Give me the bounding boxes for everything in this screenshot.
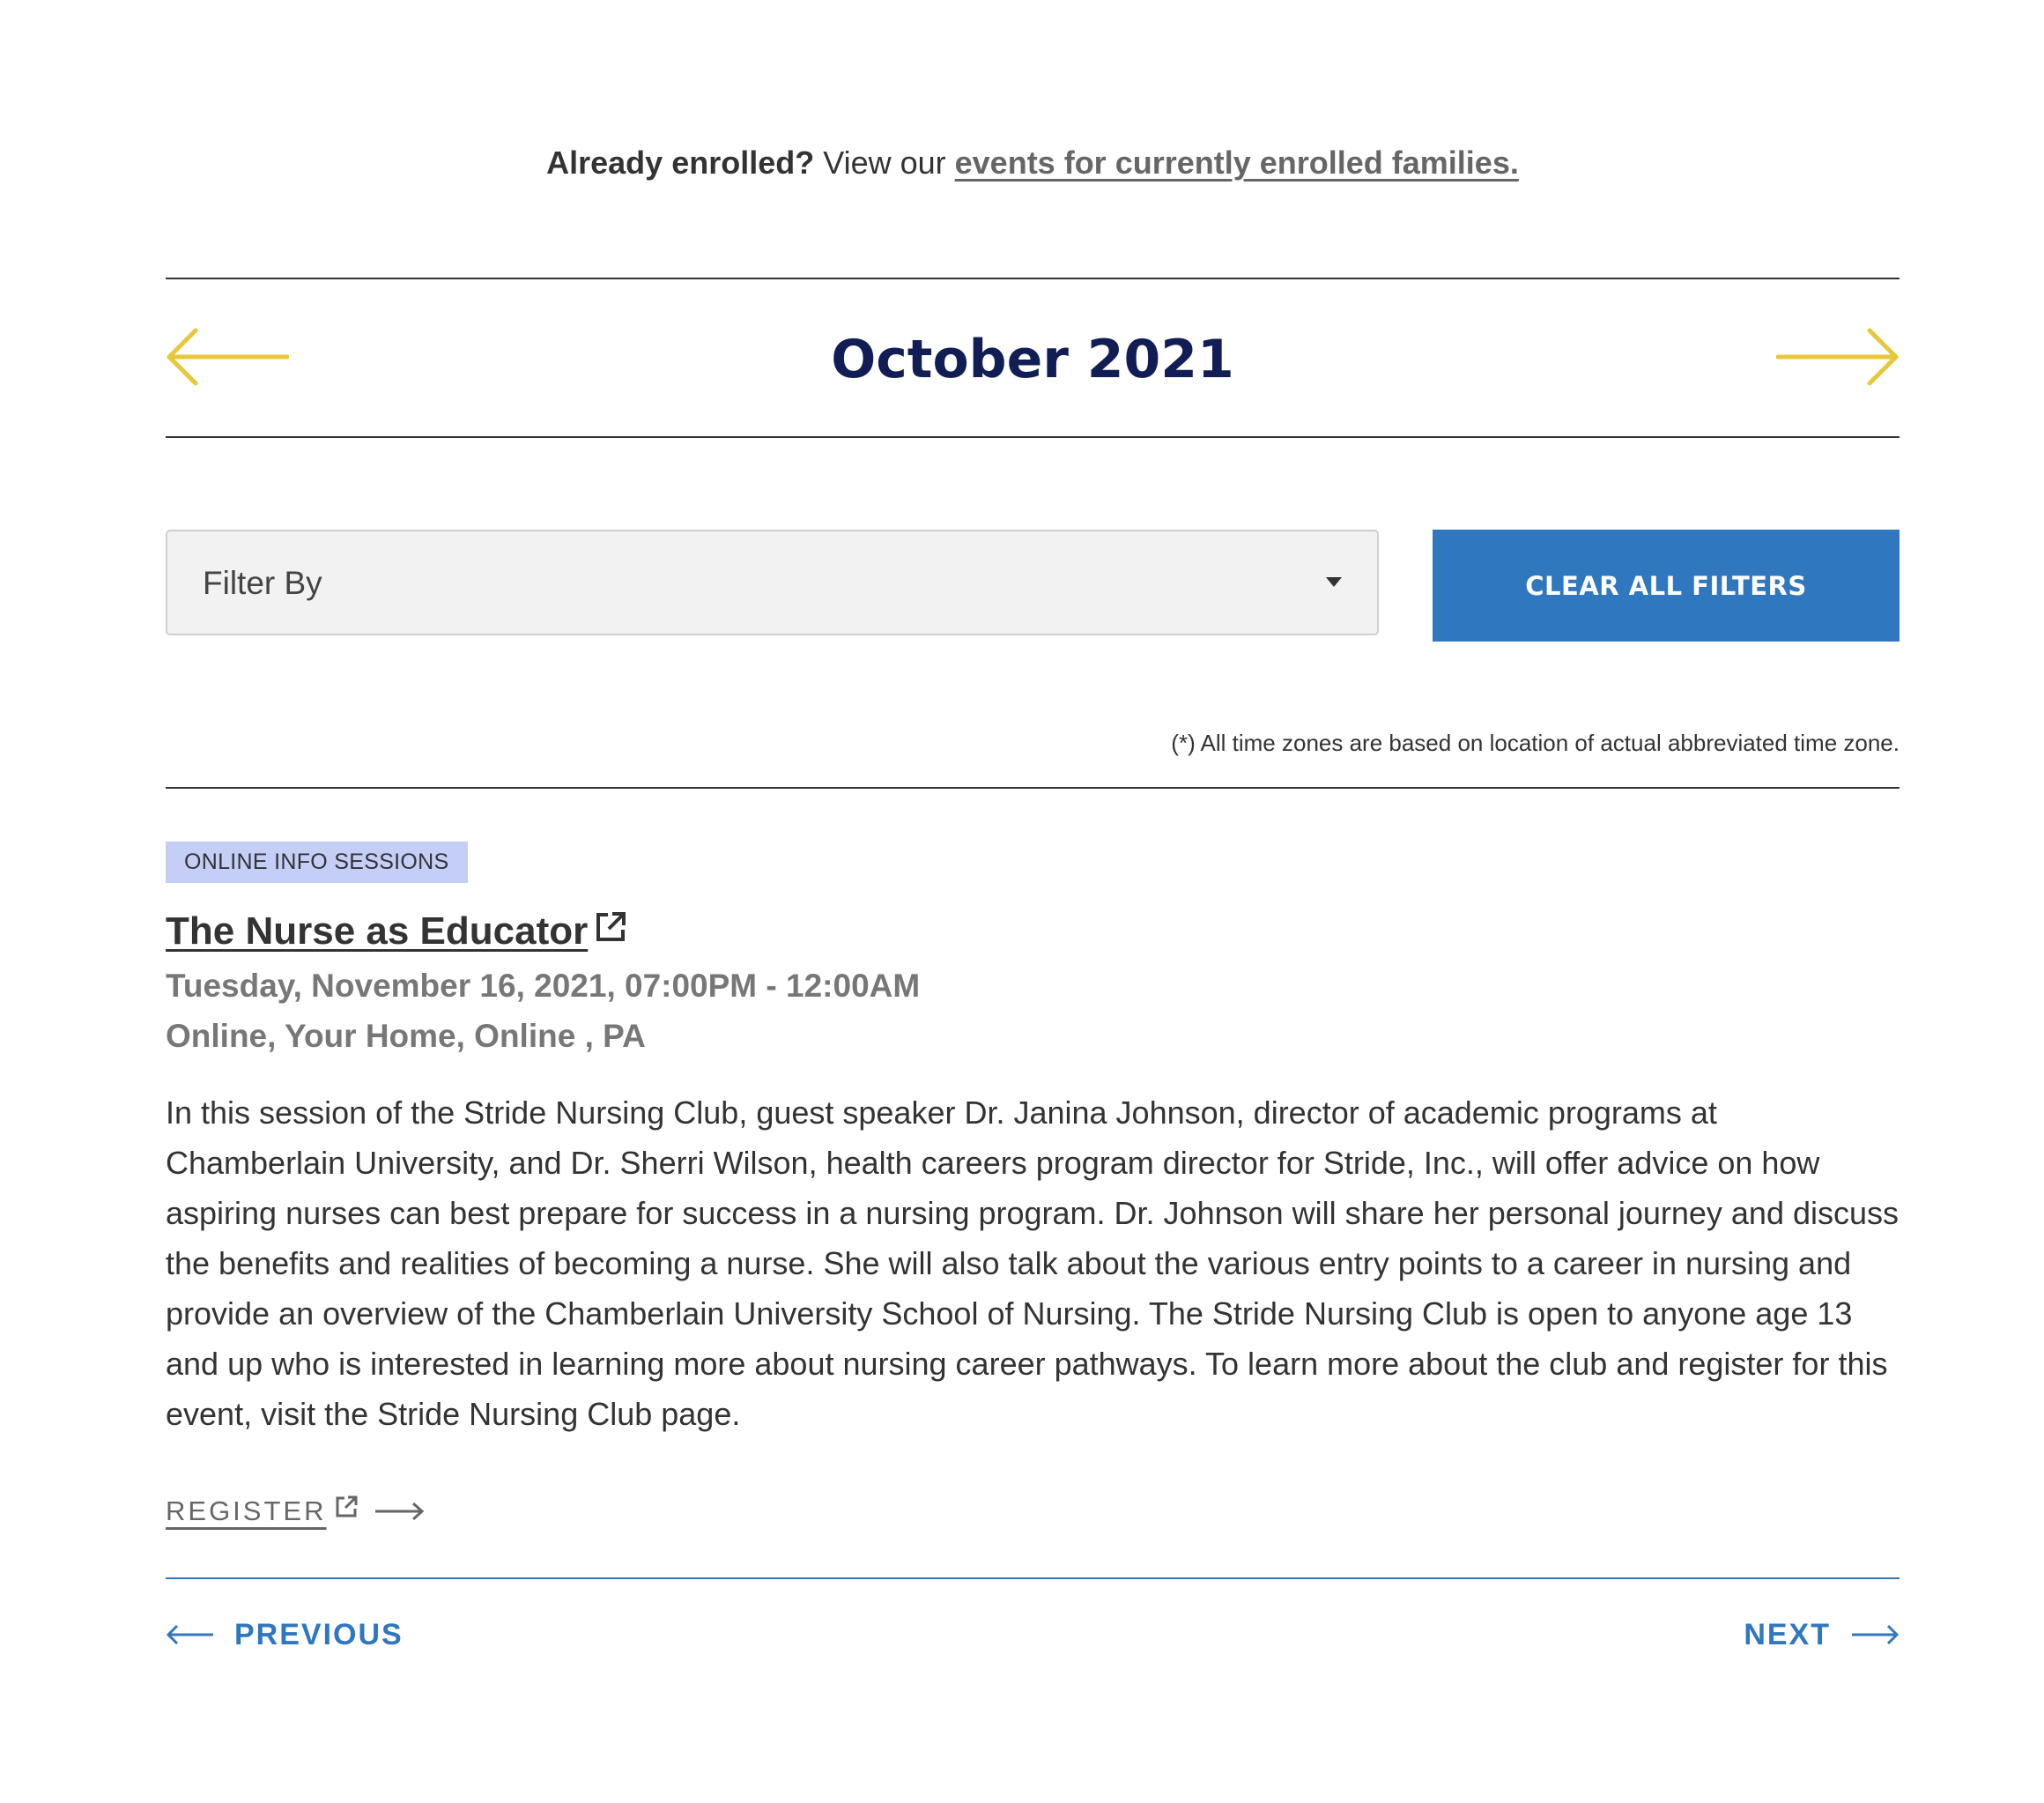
enrolled-middle: View our (814, 145, 955, 181)
divider (166, 1577, 1900, 1579)
event-description: In this session of the Stride Nursing Cl… (166, 1094, 1900, 1432)
month-navigation: October 2021 (166, 280, 1900, 439)
register-label: REGISTER (166, 1495, 327, 1526)
clear-all-filters-button[interactable]: CLEAR ALL FILTERS (1433, 530, 1900, 642)
register-link[interactable]: REGISTER (166, 1489, 425, 1533)
filter-by-select[interactable]: Filter By (166, 530, 1379, 635)
arrow-right-icon (375, 1502, 425, 1521)
enrolled-prefix: Already enrolled? (546, 145, 815, 181)
next-label: NEXT (1744, 1617, 1831, 1651)
previous-button[interactable]: PREVIOUS (166, 1613, 404, 1657)
event-location: Online, Your Home, Online , PA (166, 1018, 646, 1054)
arrow-right-icon[interactable] (1776, 326, 1900, 388)
divider (166, 278, 1900, 279)
pagination: PREVIOUS NEXT (166, 1613, 1900, 1657)
next-button[interactable]: NEXT (1744, 1613, 1900, 1657)
enrolled-events-link[interactable]: events for currently enrolled families. (955, 145, 1519, 181)
caret-down-icon (1326, 577, 1342, 587)
external-link-icon (336, 1495, 358, 1517)
month-title: October 2021 (831, 329, 1234, 390)
event-title: The Nurse as Educator (166, 906, 626, 957)
category-badge: ONLINE INFO SESSIONS (166, 842, 468, 883)
divider (166, 787, 1900, 789)
external-link-icon (596, 912, 626, 941)
previous-label: PREVIOUS (234, 1617, 404, 1651)
arrow-right-icon (1852, 1624, 1900, 1645)
timezone-note: (*) All time zones are based on location… (1171, 730, 1900, 756)
filter-by-label: Filter By (203, 565, 322, 601)
divider (166, 436, 1900, 438)
event-title-link[interactable]: The Nurse as Educator (166, 909, 588, 953)
arrow-left-icon (166, 1624, 213, 1645)
enrolled-notice: Already enrolled? View our events for cu… (166, 141, 1900, 185)
event-datetime: Tuesday, November 16, 2021, 07:00PM - 12… (166, 968, 921, 1004)
